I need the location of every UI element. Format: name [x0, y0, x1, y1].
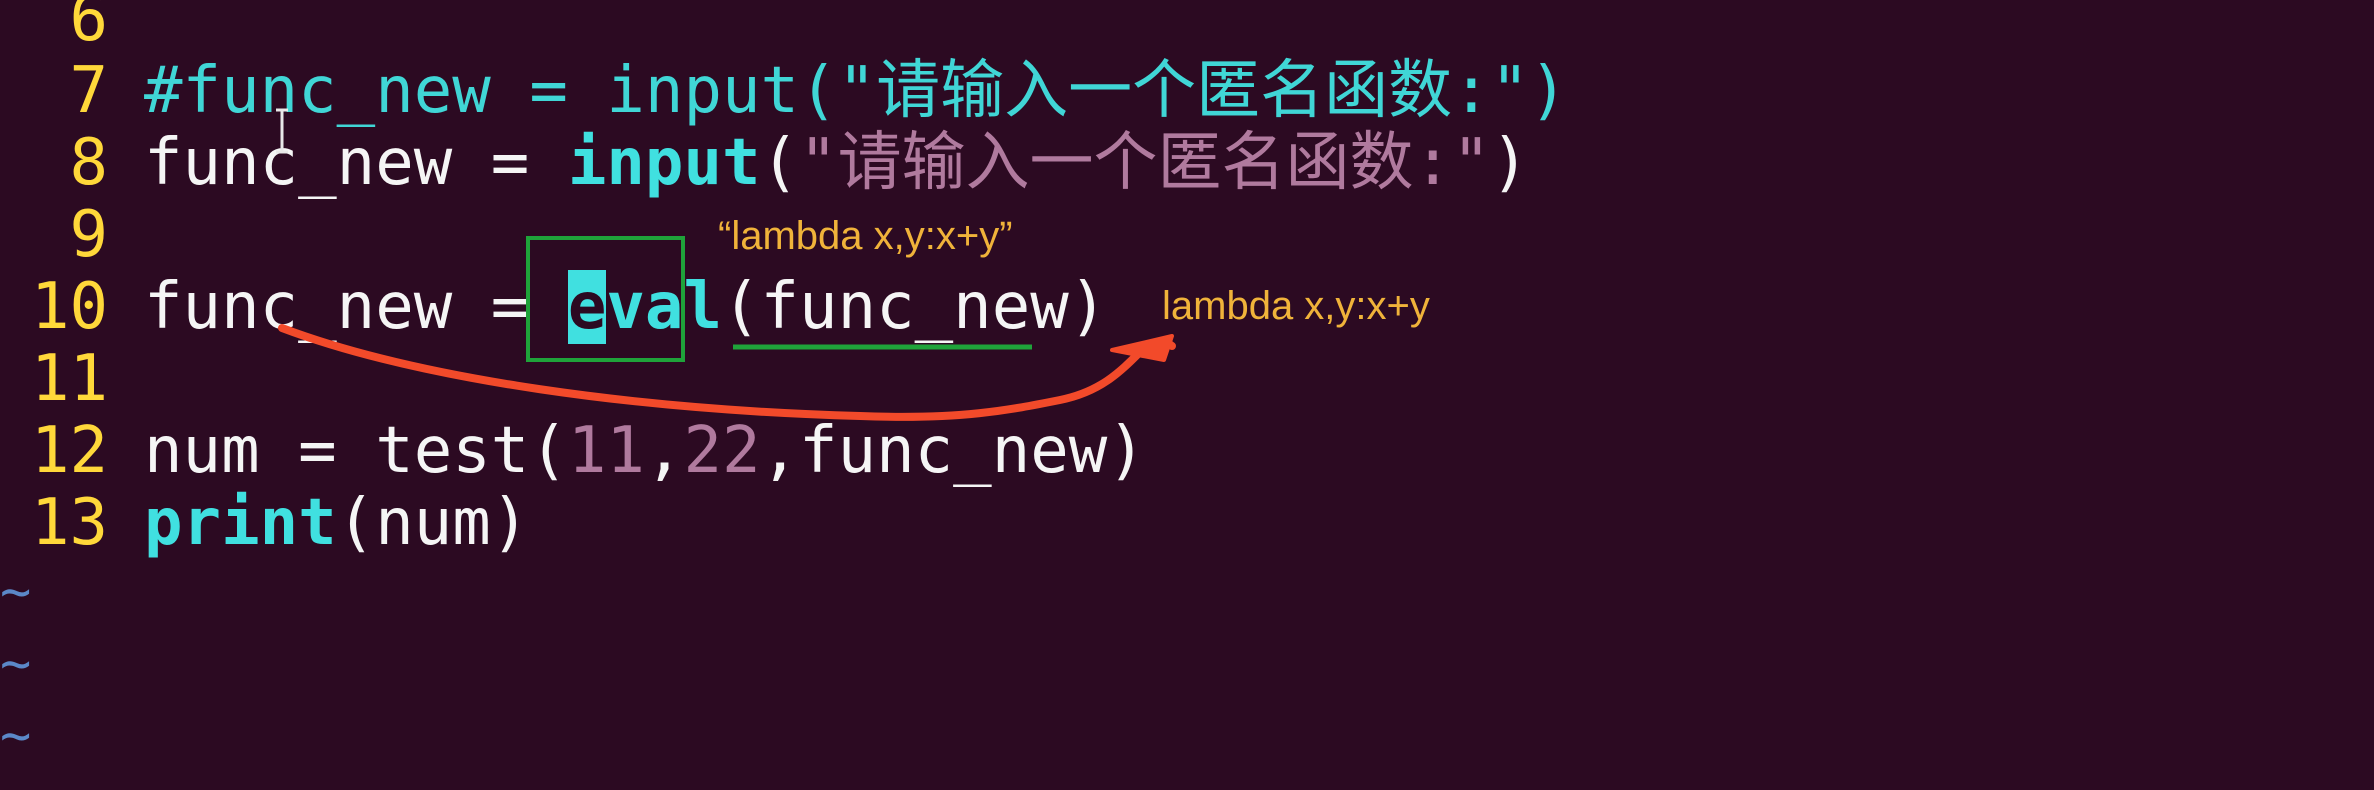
line-number: 7: [69, 54, 108, 128]
line-number: 13: [30, 486, 108, 560]
code-token: e: [567, 270, 607, 344]
empty-line-tilde: ~: [0, 634, 32, 694]
empty-line-tilde: ~: [0, 562, 32, 622]
code-token: #func_new = input("请输入一个匿名函数:"): [144, 54, 1568, 128]
code-token: ,func_new): [760, 414, 1146, 488]
line-code: func_new = eval(func_new): [144, 270, 1108, 344]
code-token: 22: [683, 414, 761, 488]
code-token: num = test(: [144, 414, 568, 488]
code-token: (: [760, 126, 800, 200]
line-code: print(num): [144, 487, 529, 559]
line-code: func_new = input("请输入一个匿名函数:"): [144, 127, 1529, 199]
code-token: func_new =: [144, 126, 568, 200]
line-number: 10: [30, 270, 108, 344]
flow-arrow-head: [1110, 334, 1174, 362]
code-token: ,: [644, 414, 684, 488]
code-token: (func_new): [721, 270, 1108, 344]
code-token: (num): [336, 486, 530, 560]
line-code: #func_new = input("请输入一个匿名函数:"): [144, 55, 1568, 127]
code-token: print: [144, 486, 337, 560]
annotation-quoted-lambda: “lambda x,y:x+y”: [718, 214, 1013, 258]
code-token: val: [606, 270, 722, 344]
empty-line-tilde: ~: [0, 706, 32, 766]
vim-editor[interactable]: 6 7 #func_new = input("请输入一个匿名函数:") 8 func_n…: [0, 0, 2374, 790]
line-number: 6: [69, 0, 108, 56]
text-cursor-ibeam-icon: [276, 108, 288, 154]
annotation-lambda-result: lambda x,y:x+y: [1162, 284, 1430, 328]
code-token: func_new =: [144, 270, 568, 344]
line-number: 9: [69, 198, 108, 272]
line-number: 8: [69, 126, 108, 200]
code-token: ): [1490, 126, 1530, 200]
line-number: 11: [30, 342, 108, 416]
code-token: 11: [567, 414, 645, 488]
line-number: 12: [30, 414, 108, 488]
line-code: num = test(11,22,func_new): [144, 415, 1146, 487]
code-token: "请输入一个匿名函数:": [799, 126, 1491, 200]
code-token: input: [567, 126, 761, 200]
